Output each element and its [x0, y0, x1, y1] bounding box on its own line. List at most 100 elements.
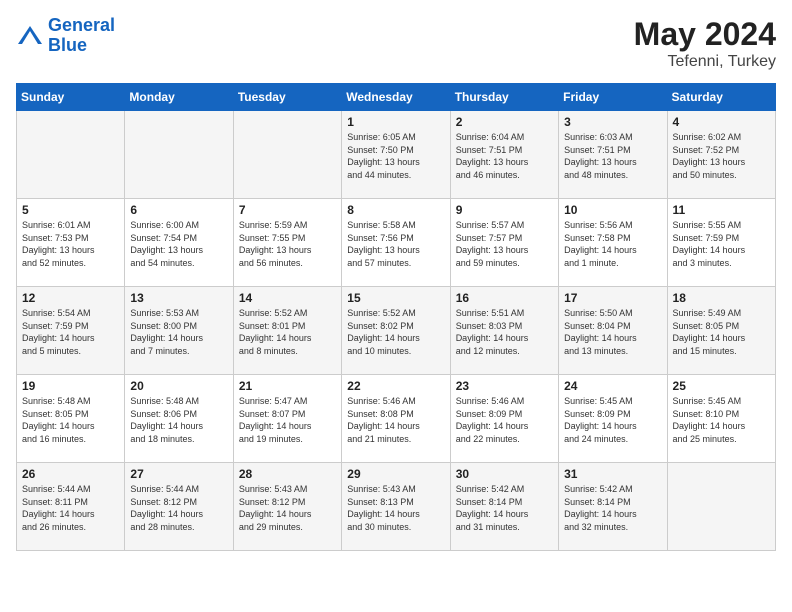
day-number: 16 [456, 291, 553, 305]
day-cell: 7 Sunrise: 5:59 AM Sunset: 7:55 PM Daylig… [233, 199, 341, 287]
day-number: 7 [239, 203, 336, 217]
logo-text: General Blue [48, 16, 115, 56]
logo-line2: Blue [48, 35, 87, 55]
day-info: Sunrise: 5:49 AM Sunset: 8:05 PM Dayligh… [673, 307, 770, 357]
day-number: 22 [347, 379, 444, 393]
day-info: Sunrise: 5:42 AM Sunset: 8:14 PM Dayligh… [564, 483, 661, 533]
day-number: 25 [673, 379, 770, 393]
day-cell: 31 Sunrise: 5:42 AM Sunset: 8:14 PM Dayli… [559, 463, 667, 551]
day-info: Sunrise: 6:00 AM Sunset: 7:54 PM Dayligh… [130, 219, 227, 269]
day-info: Sunrise: 6:04 AM Sunset: 7:51 PM Dayligh… [456, 131, 553, 181]
day-cell [233, 111, 341, 199]
day-cell: 8 Sunrise: 5:58 AM Sunset: 7:56 PM Daylig… [342, 199, 450, 287]
weekday-header-thursday: Thursday [450, 84, 558, 111]
day-number: 4 [673, 115, 770, 129]
day-cell [17, 111, 125, 199]
day-cell: 18 Sunrise: 5:49 AM Sunset: 8:05 PM Dayli… [667, 287, 775, 375]
day-cell: 21 Sunrise: 5:47 AM Sunset: 8:07 PM Dayli… [233, 375, 341, 463]
day-cell: 12 Sunrise: 5:54 AM Sunset: 7:59 PM Dayli… [17, 287, 125, 375]
day-cell: 11 Sunrise: 5:55 AM Sunset: 7:59 PM Dayli… [667, 199, 775, 287]
weekday-header-wednesday: Wednesday [342, 84, 450, 111]
day-cell: 29 Sunrise: 5:43 AM Sunset: 8:13 PM Dayli… [342, 463, 450, 551]
logo: General Blue [16, 16, 115, 56]
day-info: Sunrise: 5:44 AM Sunset: 8:12 PM Dayligh… [130, 483, 227, 533]
weekday-header-friday: Friday [559, 84, 667, 111]
day-number: 31 [564, 467, 661, 481]
day-number: 15 [347, 291, 444, 305]
day-info: Sunrise: 5:48 AM Sunset: 8:05 PM Dayligh… [22, 395, 119, 445]
day-info: Sunrise: 5:58 AM Sunset: 7:56 PM Dayligh… [347, 219, 444, 269]
week-row-2: 5 Sunrise: 6:01 AM Sunset: 7:53 PM Daylig… [17, 199, 776, 287]
day-info: Sunrise: 5:48 AM Sunset: 8:06 PM Dayligh… [130, 395, 227, 445]
day-number: 6 [130, 203, 227, 217]
logo-line1: General [48, 15, 115, 35]
page-header: General Blue May 2024 Tefenni, Turkey [16, 16, 776, 71]
week-row-4: 19Sunrise: 5:48 AM Sunset: 8:05 PM Dayli… [17, 375, 776, 463]
week-row-1: 1Sunrise: 6:05 AM Sunset: 7:50 PM Daylig… [17, 111, 776, 199]
day-info: Sunrise: 5:59 AM Sunset: 7:55 PM Dayligh… [239, 219, 336, 269]
day-info: Sunrise: 5:42 AM Sunset: 8:14 PM Dayligh… [456, 483, 553, 533]
weekday-header-monday: Monday [125, 84, 233, 111]
day-number: 17 [564, 291, 661, 305]
day-cell: 27 Sunrise: 5:44 AM Sunset: 8:12 PM Dayli… [125, 463, 233, 551]
day-number: 26 [22, 467, 119, 481]
day-number: 21 [239, 379, 336, 393]
day-cell: 25 Sunrise: 5:45 AM Sunset: 8:10 PM Dayli… [667, 375, 775, 463]
day-cell: 5 Sunrise: 6:01 AM Sunset: 7:53 PM Daylig… [17, 199, 125, 287]
week-row-3: 12 Sunrise: 5:54 AM Sunset: 7:59 PM Dayli… [17, 287, 776, 375]
day-number: 29 [347, 467, 444, 481]
day-cell: 24Sunrise: 5:45 AM Sunset: 8:09 PM Dayli… [559, 375, 667, 463]
day-info: Sunrise: 6:01 AM Sunset: 7:53 PM Dayligh… [22, 219, 119, 269]
day-cell: 26 Sunrise: 5:44 AM Sunset: 8:11 PM Dayli… [17, 463, 125, 551]
weekday-header-row: SundayMondayTuesdayWednesdayThursdayFrid… [17, 84, 776, 111]
day-info: Sunrise: 5:55 AM Sunset: 7:59 PM Dayligh… [673, 219, 770, 269]
day-number: 18 [673, 291, 770, 305]
day-info: Sunrise: 6:02 AM Sunset: 7:52 PM Dayligh… [673, 131, 770, 181]
day-info: Sunrise: 5:43 AM Sunset: 8:13 PM Dayligh… [347, 483, 444, 533]
day-number: 8 [347, 203, 444, 217]
day-number: 5 [22, 203, 119, 217]
day-number: 1 [347, 115, 444, 129]
day-info: Sunrise: 5:46 AM Sunset: 8:08 PM Dayligh… [347, 395, 444, 445]
day-number: 28 [239, 467, 336, 481]
day-cell: 10 Sunrise: 5:56 AM Sunset: 7:58 PM Dayli… [559, 199, 667, 287]
day-cell: 20 Sunrise: 5:48 AM Sunset: 8:06 PM Dayli… [125, 375, 233, 463]
day-cell: 22 Sunrise: 5:46 AM Sunset: 8:08 PM Dayli… [342, 375, 450, 463]
day-cell: 23Sunrise: 5:46 AM Sunset: 8:09 PM Dayli… [450, 375, 558, 463]
weekday-header-tuesday: Tuesday [233, 84, 341, 111]
day-info: Sunrise: 5:47 AM Sunset: 8:07 PM Dayligh… [239, 395, 336, 445]
day-number: 10 [564, 203, 661, 217]
title-block: May 2024 Tefenni, Turkey [634, 16, 776, 71]
day-number: 13 [130, 291, 227, 305]
day-info: Sunrise: 5:44 AM Sunset: 8:11 PM Dayligh… [22, 483, 119, 533]
calendar-table: SundayMondayTuesdayWednesdayThursdayFrid… [16, 83, 776, 551]
day-number: 9 [456, 203, 553, 217]
day-number: 12 [22, 291, 119, 305]
day-number: 11 [673, 203, 770, 217]
day-info: Sunrise: 5:45 AM Sunset: 8:09 PM Dayligh… [564, 395, 661, 445]
day-number: 20 [130, 379, 227, 393]
location-subtitle: Tefenni, Turkey [634, 53, 776, 71]
day-cell: 1Sunrise: 6:05 AM Sunset: 7:50 PM Daylig… [342, 111, 450, 199]
day-info: Sunrise: 5:56 AM Sunset: 7:58 PM Dayligh… [564, 219, 661, 269]
logo-icon [16, 22, 44, 50]
day-number: 2 [456, 115, 553, 129]
weekday-header-saturday: Saturday [667, 84, 775, 111]
day-info: Sunrise: 5:45 AM Sunset: 8:10 PM Dayligh… [673, 395, 770, 445]
day-cell: 19Sunrise: 5:48 AM Sunset: 8:05 PM Dayli… [17, 375, 125, 463]
day-cell: 28 Sunrise: 5:43 AM Sunset: 8:12 PM Dayli… [233, 463, 341, 551]
day-info: Sunrise: 5:52 AM Sunset: 8:02 PM Dayligh… [347, 307, 444, 357]
day-cell: 13 Sunrise: 5:53 AM Sunset: 8:00 PM Dayli… [125, 287, 233, 375]
day-info: Sunrise: 5:43 AM Sunset: 8:12 PM Dayligh… [239, 483, 336, 533]
day-number: 27 [130, 467, 227, 481]
day-number: 3 [564, 115, 661, 129]
day-number: 14 [239, 291, 336, 305]
day-cell [667, 463, 775, 551]
day-cell: 4 Sunrise: 6:02 AM Sunset: 7:52 PM Daylig… [667, 111, 775, 199]
day-cell: 14Sunrise: 5:52 AM Sunset: 8:01 PM Dayli… [233, 287, 341, 375]
day-cell: 9Sunrise: 5:57 AM Sunset: 7:57 PM Daylig… [450, 199, 558, 287]
day-info: Sunrise: 5:46 AM Sunset: 8:09 PM Dayligh… [456, 395, 553, 445]
day-info: Sunrise: 5:54 AM Sunset: 7:59 PM Dayligh… [22, 307, 119, 357]
day-info: Sunrise: 5:53 AM Sunset: 8:00 PM Dayligh… [130, 307, 227, 357]
day-cell: 15 Sunrise: 5:52 AM Sunset: 8:02 PM Dayli… [342, 287, 450, 375]
